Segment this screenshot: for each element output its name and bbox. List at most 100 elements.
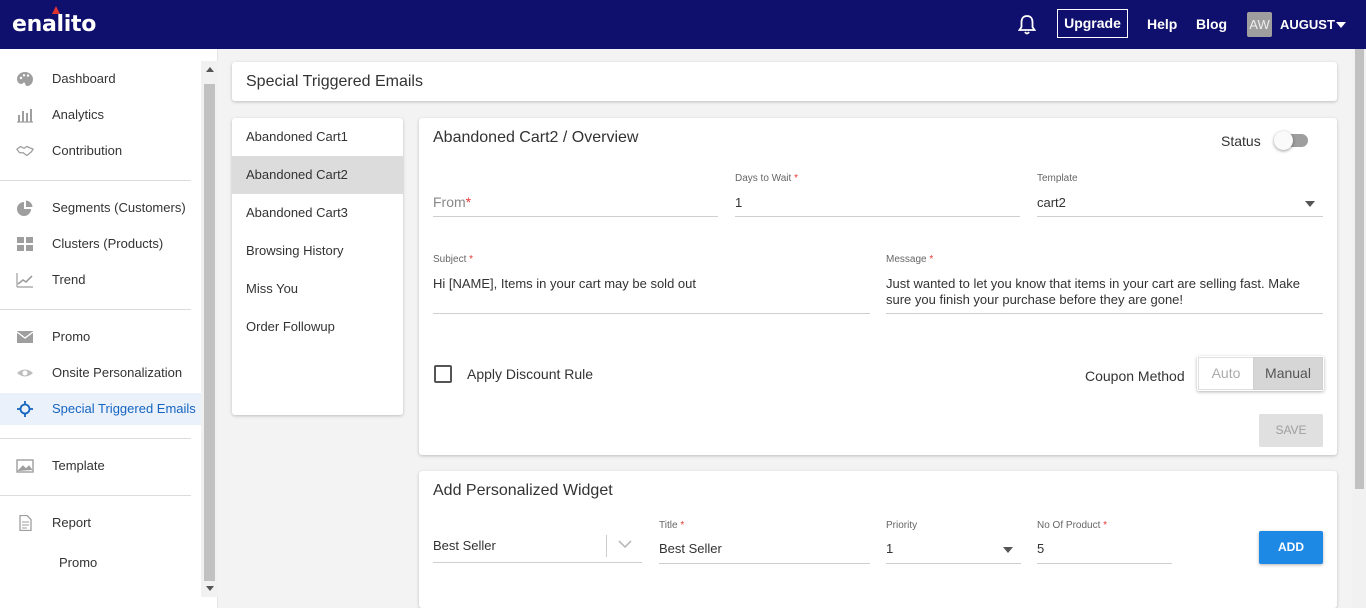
coupon-auto-option[interactable]: Auto: [1198, 357, 1253, 390]
image-icon: [16, 459, 34, 473]
list-item-miss-you[interactable]: Miss You: [232, 270, 403, 308]
trend-icon: [16, 273, 33, 288]
sidebar-scrollbar[interactable]: [201, 61, 218, 597]
crosshair-icon: [17, 401, 33, 417]
sidebar-item-promo[interactable]: Promo: [0, 321, 201, 353]
apply-discount-checkbox[interactable]: [434, 365, 452, 383]
list-item-label: Browsing History: [246, 243, 344, 258]
list-item-abandoned-cart1[interactable]: Abandoned Cart1: [232, 118, 403, 156]
sidebar-item-contribution[interactable]: Contribution: [0, 135, 201, 167]
blog-link[interactable]: Blog: [1196, 16, 1227, 32]
sidebar-item-template[interactable]: Template: [0, 450, 201, 482]
sidebar-item-label: Report: [52, 515, 92, 530]
list-item-abandoned-cart2[interactable]: Abandoned Cart2: [232, 156, 403, 194]
scrollbar-thumb[interactable]: [1355, 49, 1364, 489]
list-item-abandoned-cart3[interactable]: Abandoned Cart3: [232, 194, 403, 232]
template-label: Template: [1037, 173, 1078, 184]
sidebar-item-label: Clusters (Products): [52, 236, 164, 251]
sidebar-item-special-triggered-emails[interactable]: Special Triggered Emails: [0, 393, 201, 425]
save-button[interactable]: SAVE: [1259, 414, 1323, 447]
app-logo[interactable]: enalito: [12, 12, 96, 37]
help-link[interactable]: Help: [1147, 16, 1177, 32]
document-icon: [19, 515, 32, 531]
days-to-wait-value: 1: [735, 195, 743, 210]
template-select[interactable]: cart2: [1037, 188, 1323, 217]
sidebar-item-trend[interactable]: Trend: [0, 264, 201, 296]
page-header-card: Special Triggered Emails: [232, 62, 1337, 101]
message-line-1: Just wanted to let you know that items i…: [886, 276, 1301, 291]
subject-value: Hi [NAME], Items in your cart may be sol…: [433, 276, 696, 291]
sidebar-item-label: Segments (Customers): [52, 200, 186, 215]
from-field[interactable]: From*: [433, 188, 718, 217]
subject-label: Subject *: [433, 254, 474, 265]
list-item-label: Abandoned Cart3: [246, 205, 348, 220]
scrollbar-thumb[interactable]: [204, 84, 215, 581]
scroll-up-arrow-icon[interactable]: [206, 67, 214, 72]
chevron-down-icon[interactable]: [618, 539, 632, 549]
priority-label: Priority: [886, 520, 918, 531]
caret-down-icon: [1003, 547, 1013, 553]
status-label: Status: [1221, 133, 1261, 149]
list-item-label: Order Followup: [246, 319, 335, 334]
priority-select[interactable]: 1: [886, 533, 1021, 564]
sidebar-item-label: Contribution: [52, 143, 123, 158]
eye-icon: [17, 369, 33, 377]
sidebar-item-label: Promo: [59, 555, 98, 570]
logo-accent-mark: [52, 6, 60, 14]
no-of-product-input[interactable]: 5: [1037, 533, 1172, 564]
sidebar-item-label: Trend: [52, 272, 86, 287]
caret-down-icon[interactable]: [1336, 22, 1346, 28]
subject-input[interactable]: Hi [NAME], Items in your cart may be sol…: [433, 268, 870, 314]
caret-down-icon: [1305, 201, 1315, 207]
no-of-product-label: No Of Product *: [1037, 520, 1108, 531]
overview-title: Abandoned Cart2 / Overview: [433, 129, 639, 146]
select-divider: [606, 535, 607, 557]
bell-icon[interactable]: [1017, 14, 1037, 36]
list-item-label: Abandoned Cart1: [246, 129, 348, 144]
sidebar-item-label: Promo: [52, 329, 91, 344]
sidebar-item-report[interactable]: Report: [0, 507, 201, 539]
add-widget-button[interactable]: ADD: [1259, 531, 1323, 564]
sidebar-subitem-promo[interactable]: Promo: [0, 547, 201, 579]
sidebar-divider: [0, 438, 191, 439]
upgrade-button[interactable]: Upgrade: [1057, 9, 1128, 38]
status-toggle[interactable]: [1274, 131, 1293, 150]
days-to-wait-input[interactable]: 1: [735, 188, 1020, 217]
from-placeholder: From*: [433, 194, 472, 210]
mail-icon: [16, 331, 34, 343]
message-line-2: sure you finish your purchase before the…: [886, 292, 1184, 307]
avatar[interactable]: AW: [1247, 12, 1272, 37]
template-value: cart2: [1037, 195, 1066, 210]
widget-type-value: Best Seller: [433, 538, 496, 553]
sidebar-item-analytics[interactable]: Analytics: [0, 99, 201, 131]
top-navbar: enalito Upgrade Help Blog AW AUGUST: [0, 0, 1366, 49]
sidebar-item-onsite-personalization[interactable]: Onsite Personalization: [0, 357, 201, 389]
palette-icon: [17, 72, 33, 86]
page-title: Special Triggered Emails: [246, 73, 423, 90]
handshake-icon: [16, 145, 34, 157]
sidebar-item-label: Analytics: [52, 107, 105, 122]
main-scrollbar[interactable]: [1352, 49, 1366, 608]
list-item-label: Miss You: [246, 281, 299, 296]
sidebar-item-segments[interactable]: Segments (Customers): [0, 192, 201, 224]
sidebar-item-dashboard[interactable]: Dashboard: [0, 63, 201, 95]
user-menu-name[interactable]: AUGUST: [1280, 17, 1335, 32]
sidebar-item-clusters[interactable]: Clusters (Products): [0, 228, 201, 260]
scroll-down-arrow-icon[interactable]: [206, 586, 214, 591]
list-item-browsing-history[interactable]: Browsing History: [232, 232, 403, 270]
list-item-order-followup[interactable]: Order Followup: [232, 308, 403, 346]
coupon-manual-option[interactable]: Manual: [1253, 357, 1323, 390]
days-to-wait-label: Days to Wait *: [735, 173, 798, 184]
no-of-product-value: 5: [1037, 541, 1045, 556]
bar-chart-icon: [17, 109, 33, 123]
list-item-label: Abandoned Cart2: [246, 167, 348, 182]
widget-title-value: Best Seller: [659, 541, 722, 556]
widget-type-select[interactable]: Best Seller: [433, 530, 642, 563]
sidebar-divider: [0, 309, 191, 310]
widget-title-input[interactable]: Best Seller: [659, 533, 870, 564]
apply-discount-label: Apply Discount Rule: [467, 366, 594, 382]
message-textarea[interactable]: Just wanted to let you know that items i…: [886, 268, 1323, 314]
sidebar-item-label: Onsite Personalization: [52, 365, 183, 380]
sidebar-divider: [0, 495, 191, 496]
sidebar-item-label: Template: [52, 458, 105, 473]
